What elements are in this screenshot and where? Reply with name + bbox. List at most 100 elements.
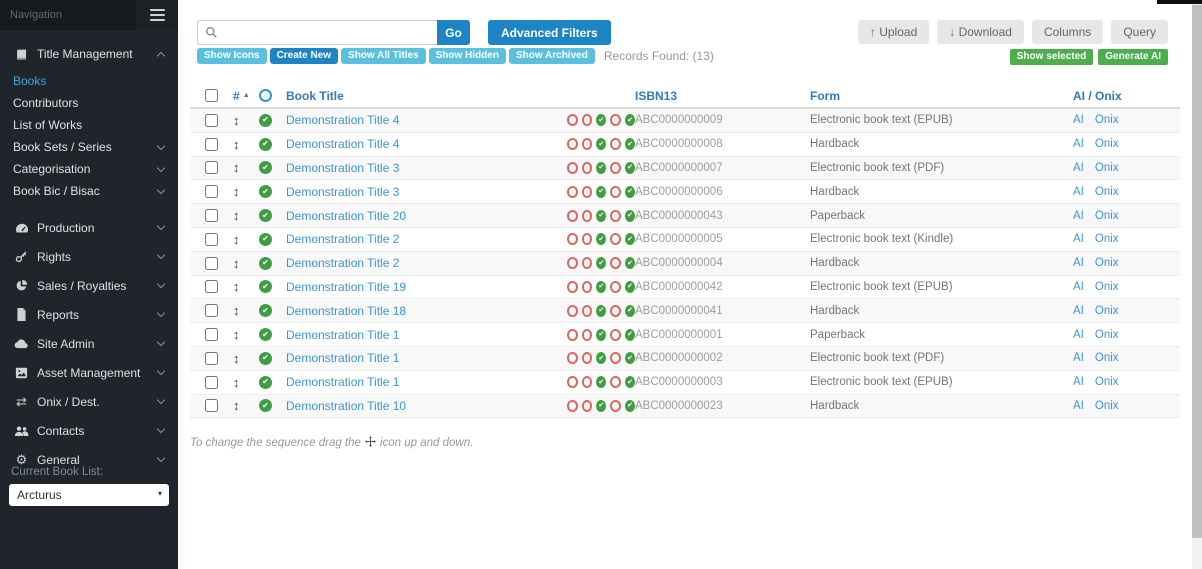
row-checkbox[interactable] [205, 257, 218, 270]
drag-handle-icon[interactable]: ↕ [233, 209, 240, 222]
sidebar-item-asset-management[interactable]: Asset Management [0, 358, 178, 387]
status-red-circle-icon[interactable] [610, 138, 621, 150]
drag-handle-icon[interactable]: ↕ [233, 280, 240, 293]
status-green-check-icon[interactable]: ✔ [625, 138, 635, 150]
status-red-circle-icon[interactable] [610, 257, 621, 269]
onix-link[interactable]: Onix [1095, 329, 1119, 341]
book-title-link[interactable]: Demonstration Title 10 [286, 399, 406, 413]
sidebar-item-site-admin[interactable]: Site Admin [0, 329, 178, 358]
book-title-link[interactable]: Demonstration Title 4 [286, 137, 399, 151]
status-red-circle-icon[interactable] [582, 376, 593, 388]
row-checkbox[interactable] [205, 185, 218, 198]
status-red-circle-icon[interactable] [582, 281, 593, 293]
ai-link[interactable]: AI [1073, 305, 1084, 317]
sidebar-item-contributors[interactable]: Contributors [0, 92, 178, 114]
status-green-check-icon[interactable]: ✔ [596, 233, 606, 245]
status-red-circle-icon[interactable] [567, 210, 578, 222]
drag-handle-icon[interactable]: ↕ [233, 233, 240, 246]
status-green-check-icon[interactable]: ✔ [596, 305, 606, 317]
show-selected-button[interactable]: Show selected [1010, 49, 1093, 65]
onix-link[interactable]: Onix [1095, 162, 1119, 174]
current-book-list-select[interactable]: Arcturus [9, 484, 169, 506]
drag-handle-icon[interactable]: ↕ [233, 138, 240, 151]
row-checkbox[interactable] [205, 399, 218, 412]
status-green-check-icon[interactable]: ✔ [596, 329, 606, 341]
sidebar-item-onix-dest[interactable]: ⇄Onix / Dest. [0, 387, 178, 416]
book-title-link[interactable]: Demonstration Title 2 [286, 232, 399, 246]
sidebar-item-categorisation[interactable]: Categorisation [0, 158, 178, 180]
ai-link[interactable]: AI [1073, 162, 1084, 174]
ai-link[interactable]: AI [1073, 114, 1084, 126]
ai-link[interactable]: AI [1073, 138, 1084, 150]
status-red-circle-icon[interactable] [567, 400, 578, 412]
row-checkbox[interactable] [205, 161, 218, 174]
onix-link[interactable]: Onix [1095, 352, 1119, 364]
show-hidden-button[interactable]: Show Hidden [429, 48, 506, 64]
status-red-circle-icon[interactable] [567, 305, 578, 317]
status-green-check-icon[interactable]: ✔ [625, 329, 635, 341]
sidebar-item-book-sets-series[interactable]: Book Sets / Series [0, 136, 178, 158]
show-icons-button[interactable]: Show Icons [197, 48, 267, 64]
column-header-form[interactable]: Form [810, 89, 1073, 103]
status-red-circle-icon[interactable] [582, 352, 593, 364]
drag-handle-icon[interactable]: ↕ [233, 185, 240, 198]
book-title-link[interactable]: Demonstration Title 2 [286, 256, 399, 270]
row-checkbox[interactable] [205, 233, 218, 246]
status-red-circle-icon[interactable] [610, 329, 621, 341]
status-green-check-icon[interactable]: ✔ [625, 162, 635, 174]
book-title-link[interactable]: Demonstration Title 18 [286, 304, 406, 318]
ai-link[interactable]: AI [1073, 186, 1084, 198]
status-red-circle-icon[interactable] [582, 329, 593, 341]
book-title-link[interactable]: Demonstration Title 3 [286, 185, 399, 199]
sidebar-item-rights[interactable]: Rights [0, 242, 178, 271]
sidebar-item-title-management[interactable]: Title Management [0, 38, 178, 70]
show-archived-button[interactable]: Show Archived [509, 48, 595, 64]
row-checkbox[interactable] [205, 114, 218, 127]
status-red-circle-icon[interactable] [567, 329, 578, 341]
status-red-circle-icon[interactable] [610, 186, 621, 198]
row-checkbox[interactable] [205, 376, 218, 389]
download-button[interactable]: ↓ Download [937, 20, 1024, 44]
status-red-circle-icon[interactable] [610, 400, 621, 412]
ai-link[interactable]: AI [1073, 257, 1084, 269]
generate-ai-button[interactable]: Generate AI [1098, 49, 1168, 65]
row-checkbox[interactable] [205, 304, 218, 317]
show-all-titles-button[interactable]: Show All Titles [341, 48, 426, 64]
status-red-circle-icon[interactable] [610, 162, 621, 174]
status-red-circle-icon[interactable] [567, 376, 578, 388]
sidebar-item-sales-royalties[interactable]: Sales / Royalties [0, 271, 178, 300]
search-input[interactable] [197, 20, 437, 45]
book-title-link[interactable]: Demonstration Title 1 [286, 375, 399, 389]
drag-handle-icon[interactable]: ↕ [233, 161, 240, 174]
status-green-check-icon[interactable]: ✔ [625, 352, 635, 364]
status-green-check-icon[interactable]: ✔ [625, 305, 635, 317]
column-header-number[interactable]: #▲ [233, 89, 259, 103]
book-title-link[interactable]: Demonstration Title 20 [286, 209, 406, 223]
status-green-check-icon[interactable]: ✔ [625, 400, 635, 412]
book-title-link[interactable]: Demonstration Title 1 [286, 351, 399, 365]
onix-link[interactable]: Onix [1095, 138, 1119, 150]
status-red-circle-icon[interactable] [610, 281, 621, 293]
status-red-circle-icon[interactable] [582, 400, 593, 412]
status-red-circle-icon[interactable] [567, 162, 578, 174]
columns-button[interactable]: Columns [1032, 20, 1103, 44]
menu-bars-icon[interactable] [136, 0, 178, 30]
status-red-circle-icon[interactable] [582, 257, 593, 269]
status-red-circle-icon[interactable] [610, 114, 621, 126]
status-red-circle-icon[interactable] [567, 352, 578, 364]
status-red-circle-icon[interactable] [567, 281, 578, 293]
status-red-circle-icon[interactable] [582, 210, 593, 222]
sidebar-item-reports[interactable]: Reports [0, 300, 178, 329]
row-checkbox[interactable] [205, 209, 218, 222]
vertical-scrollbar[interactable] [1192, 0, 1202, 569]
status-red-circle-icon[interactable] [582, 186, 593, 198]
ai-link[interactable]: AI [1073, 210, 1084, 222]
onix-link[interactable]: Onix [1095, 257, 1119, 269]
status-green-check-icon[interactable]: ✔ [596, 376, 606, 388]
row-checkbox[interactable] [205, 280, 218, 293]
book-title-link[interactable]: Demonstration Title 3 [286, 161, 399, 175]
status-red-circle-icon[interactable] [582, 138, 593, 150]
sidebar-item-contacts[interactable]: Contacts [0, 416, 178, 445]
sidebar-item-production[interactable]: Production [0, 213, 178, 242]
column-header-book-title[interactable]: Book Title [286, 89, 567, 103]
